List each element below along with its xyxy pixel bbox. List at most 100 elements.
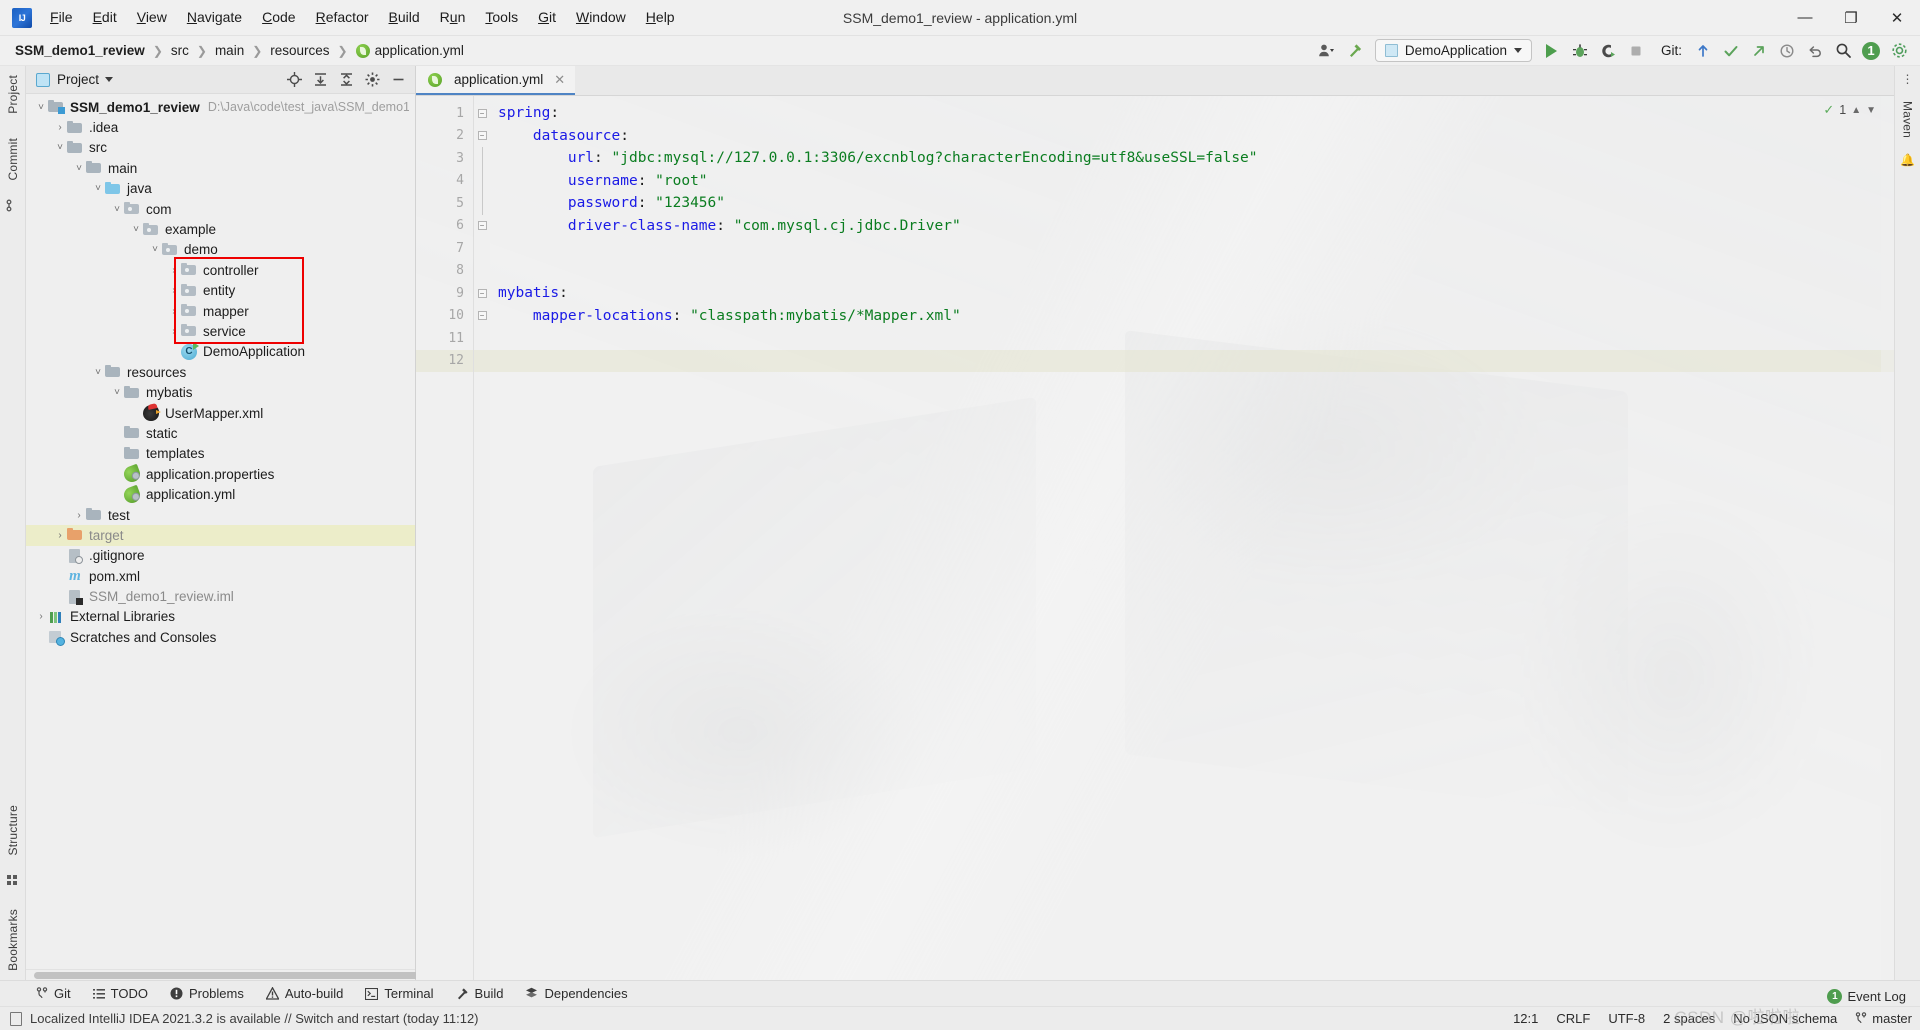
search-everywhere-icon[interactable] [1830, 39, 1856, 63]
json-schema-status[interactable]: No JSON schema [1733, 1011, 1837, 1026]
menu-navigate[interactable]: Navigate [177, 5, 252, 30]
tree-node-controller[interactable]: › controller [26, 260, 415, 280]
tree-node-test[interactable]: › test [26, 505, 415, 525]
run-configuration-selector[interactable]: DemoApplication [1374, 39, 1532, 62]
chevron-right-icon[interactable]: › [167, 326, 181, 337]
code-line[interactable] [490, 327, 1894, 350]
undo-icon[interactable] [1802, 39, 1828, 63]
fold-toggle-icon[interactable]: − [474, 305, 490, 328]
fold-toggle-icon[interactable]: − [474, 125, 490, 148]
menu-run[interactable]: Run [430, 5, 476, 30]
bottom-tab-dependencies[interactable]: Dependencies [515, 984, 637, 1003]
git-update-project-icon[interactable] [1690, 39, 1716, 63]
update-available-badge[interactable]: 1 [1858, 39, 1884, 63]
tree-node-main[interactable]: ˅ main [26, 158, 415, 178]
code-line[interactable]: spring: [490, 102, 1894, 125]
breadcrumb-project[interactable]: SSM_demo1_review [12, 41, 148, 60]
line-separator[interactable]: CRLF [1556, 1011, 1590, 1026]
bottom-tab-auto-build[interactable]: Auto-build [256, 984, 354, 1003]
code-line[interactable] [490, 349, 1894, 372]
debug-icon[interactable] [1567, 39, 1593, 63]
bookmarks-grid-icon[interactable] [6, 874, 19, 890]
tree-node-service[interactable]: › service [26, 321, 415, 341]
tree-node-resources[interactable]: ˅ resources [26, 362, 415, 382]
chevron-right-icon[interactable]: › [167, 285, 181, 296]
bottom-tab-terminal[interactable]: Terminal [355, 984, 443, 1003]
close-icon[interactable]: ✕ [554, 72, 565, 88]
chevron-down-icon[interactable]: ▼ [1866, 105, 1876, 116]
menu-help[interactable]: Help [636, 5, 685, 30]
run-icon[interactable] [1539, 39, 1565, 63]
chevron-right-icon[interactable]: › [167, 265, 181, 276]
project-tree[interactable]: ˅ SSM_demo1_review D:\Java\code\test_java\… [26, 94, 415, 969]
maximize-button[interactable]: ❐ [1828, 0, 1874, 35]
editor-marker-rail[interactable] [1881, 96, 1894, 980]
tree-node-application-yml[interactable]: application.yml [26, 484, 415, 505]
tree-node-entity[interactable]: › entity [26, 281, 415, 301]
close-button[interactable]: ✕ [1874, 0, 1920, 35]
notifications-icon[interactable]: 🔔 [1900, 153, 1915, 167]
menu-view[interactable]: View [127, 5, 177, 30]
code-line[interactable] [490, 260, 1894, 283]
tree-node-mapper[interactable]: › mapper [26, 301, 415, 321]
hide-panel-icon[interactable] [386, 68, 411, 92]
collapse-all-icon[interactable] [334, 68, 359, 92]
build-hammer-icon[interactable] [1342, 39, 1368, 63]
tree-node-idea[interactable]: › .idea [26, 117, 415, 137]
tree-node-scratches-and-consoles[interactable]: Scratches and Consoles [26, 627, 415, 647]
tab-application-yml[interactable]: application.yml ✕ [416, 66, 576, 95]
tree-node-demo[interactable]: ˅ demo [26, 240, 415, 260]
code-text[interactable]: spring: datasource: url: "jdbc:mysql://1… [490, 96, 1894, 980]
git-commit-icon[interactable] [1718, 39, 1744, 63]
breadcrumb-resources[interactable]: resources [267, 41, 332, 60]
tree-node-gitignore[interactable]: .gitignore [26, 546, 415, 566]
stripe-button-project[interactable]: Project [6, 70, 20, 119]
menu-build[interactable]: Build [379, 5, 430, 30]
expand-all-icon[interactable] [308, 68, 333, 92]
breadcrumb-src[interactable]: src [168, 41, 192, 60]
tree-node-static[interactable]: static [26, 423, 415, 443]
chevron-down-icon[interactable]: ˅ [148, 244, 162, 255]
code-line[interactable]: mybatis: [490, 282, 1894, 305]
menu-refactor[interactable]: Refactor [306, 5, 379, 30]
stop-icon[interactable] [1623, 39, 1649, 63]
git-push-icon[interactable] [1746, 39, 1772, 63]
bottom-tab-todo[interactable]: TODO [83, 984, 158, 1003]
stripe-button-structure[interactable]: Structure [6, 800, 20, 861]
chevron-down-icon[interactable]: ˅ [129, 224, 143, 235]
tree-node-pom-xml[interactable]: pom.xml [26, 566, 415, 586]
chevron-down-icon[interactable]: ˅ [110, 204, 124, 215]
event-log-button[interactable]: 1 Event Log [1827, 989, 1906, 1004]
minimize-button[interactable]: — [1782, 0, 1828, 35]
code-line[interactable]: username: "root" [490, 170, 1894, 193]
tree-node-ssm-demo1-review[interactable]: ˅ SSM_demo1_review D:\Java\code\test_java\… [26, 97, 415, 117]
stripe-button-bookmarks[interactable]: Bookmarks [6, 904, 20, 976]
caret-position[interactable]: 12:1 [1513, 1011, 1538, 1026]
tree-node-application-properties[interactable]: application.properties [26, 463, 415, 485]
tree-node-com[interactable]: ˅ com [26, 199, 415, 219]
tree-node-templates[interactable]: templates [26, 444, 415, 464]
tree-node-external-libraries[interactable]: › External Libraries [26, 607, 415, 627]
chevron-right-icon[interactable]: › [53, 122, 67, 133]
tree-node-example[interactable]: ˅ example [26, 219, 415, 239]
bottom-tab-problems[interactable]: Problems [160, 984, 254, 1003]
code-line[interactable]: datasource: [490, 125, 1894, 148]
fold-toggle-icon[interactable]: − [474, 102, 490, 125]
tree-node-target[interactable]: › target [26, 525, 415, 546]
pull-requests-icon[interactable] [6, 199, 19, 215]
indent-setting[interactable]: 2 spaces [1663, 1011, 1715, 1026]
chevron-down-icon[interactable] [105, 77, 114, 82]
settings-icon[interactable] [360, 68, 385, 92]
code-line[interactable]: url: "jdbc:mysql://127.0.0.1:3306/excnbl… [490, 147, 1894, 170]
chevron-down-icon[interactable]: ˅ [110, 387, 124, 398]
locate-icon[interactable] [282, 68, 307, 92]
code-line[interactable] [490, 237, 1894, 260]
bottom-tab-git[interactable]: Git [26, 984, 81, 1003]
file-encoding[interactable]: UTF-8 [1608, 1011, 1645, 1026]
fold-toggle-icon[interactable]: − [474, 282, 490, 305]
chevron-right-icon[interactable]: › [72, 510, 86, 521]
tree-node-demoapplication[interactable]: DemoApplication [26, 341, 415, 362]
chevron-down-icon[interactable]: ˅ [53, 142, 67, 153]
menu-edit[interactable]: Edit [83, 5, 127, 30]
project-tree-horizontal-scrollbar[interactable] [26, 969, 474, 980]
